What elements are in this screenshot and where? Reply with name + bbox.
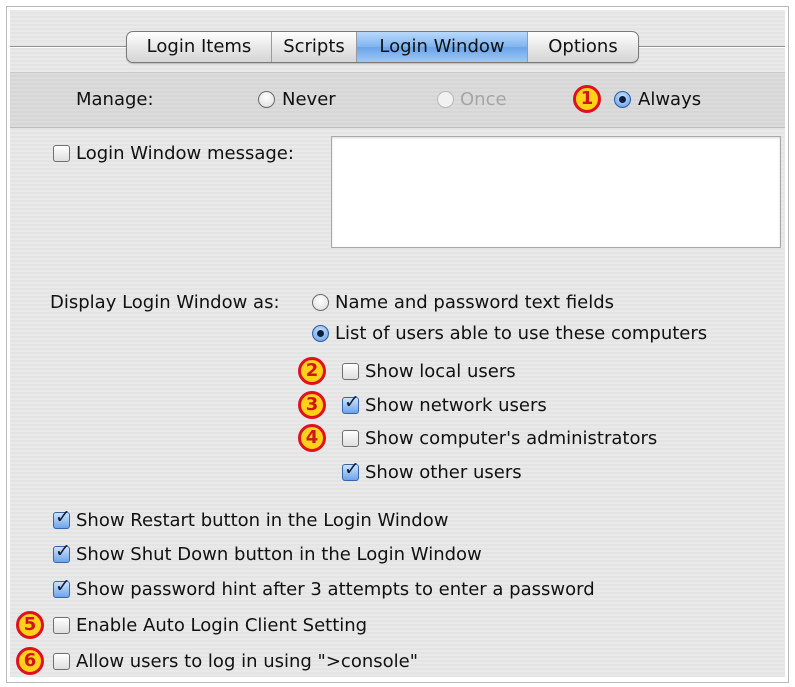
enable-auto-login-label[interactable]: Enable Auto Login Client Setting	[76, 615, 367, 637]
login-message-textarea[interactable]	[331, 136, 781, 248]
checkmark-icon: ✓	[55, 575, 71, 597]
display-list-users-label[interactable]: List of users able to use these computer…	[335, 323, 707, 345]
manage-never-label[interactable]: Never	[282, 89, 336, 111]
allow-console-login-checkbox[interactable]	[53, 653, 70, 670]
show-local-users-checkbox[interactable]	[342, 363, 359, 380]
tab-options[interactable]: Options	[527, 32, 638, 62]
show-administrators-checkbox[interactable]	[342, 430, 359, 447]
tab-scripts[interactable]: Scripts	[271, 32, 356, 62]
callout-badge-2: 2	[298, 357, 326, 385]
manage-always-label[interactable]: Always	[638, 89, 701, 111]
checkmark-icon: ✓	[344, 391, 360, 413]
show-shut-down-button-label[interactable]: Show Shut Down button in the Login Windo…	[76, 544, 482, 566]
show-network-users-label[interactable]: Show network users	[365, 395, 547, 417]
callout-badge-5: 5	[16, 611, 44, 639]
show-restart-button-checkbox[interactable]: ✓	[53, 506, 71, 529]
manage-never-radio[interactable]	[258, 91, 275, 108]
show-network-users-checkbox[interactable]: ✓	[342, 391, 360, 414]
callout-badge-3: 3	[298, 391, 326, 419]
checkmark-icon: ✓	[55, 540, 71, 562]
show-other-users-checkbox[interactable]: ✓	[342, 458, 360, 481]
login-message-checkbox[interactable]	[53, 145, 70, 162]
show-other-users-label[interactable]: Show other users	[365, 462, 522, 484]
manage-once-label: Once	[460, 89, 507, 110]
tab-login-window[interactable]: Login Window	[356, 32, 527, 62]
display-list-users-radio[interactable]	[312, 325, 329, 342]
manage-always-radio[interactable]	[614, 91, 631, 108]
manage-label: Manage:	[76, 89, 154, 110]
checkmark-icon: ✓	[55, 506, 71, 528]
login-window-preferences-panel: Login Items Scripts Login Window Options…	[10, 10, 785, 677]
allow-console-login-label[interactable]: Allow users to log in using ">console"	[76, 651, 418, 673]
tab-login-items[interactable]: Login Items	[127, 32, 271, 62]
show-local-users-label[interactable]: Show local users	[365, 361, 516, 383]
show-password-hint-checkbox[interactable]: ✓	[53, 575, 71, 598]
show-administrators-label[interactable]: Show computer's administrators	[365, 428, 657, 450]
tab-bar: Login Items Scripts Login Window Options	[126, 31, 639, 63]
callout-badge-1: 1	[573, 85, 601, 113]
show-password-hint-label[interactable]: Show password hint after 3 attempts to e…	[76, 579, 595, 601]
enable-auto-login-checkbox[interactable]	[53, 617, 70, 634]
manage-once-radio	[437, 91, 454, 108]
manage-bar: Manage: Never Once 1 Always	[10, 72, 785, 128]
show-restart-button-label[interactable]: Show Restart button in the Login Window	[76, 510, 448, 532]
display-as-label: Display Login Window as:	[50, 292, 280, 313]
show-shut-down-button-checkbox[interactable]: ✓	[53, 540, 71, 563]
checkmark-icon: ✓	[344, 458, 360, 480]
callout-badge-4: 4	[298, 424, 326, 452]
callout-badge-6: 6	[16, 647, 44, 675]
display-name-password-radio[interactable]	[312, 294, 329, 311]
display-name-password-label[interactable]: Name and password text fields	[335, 292, 614, 314]
login-message-label: Login Window message:	[76, 143, 294, 164]
